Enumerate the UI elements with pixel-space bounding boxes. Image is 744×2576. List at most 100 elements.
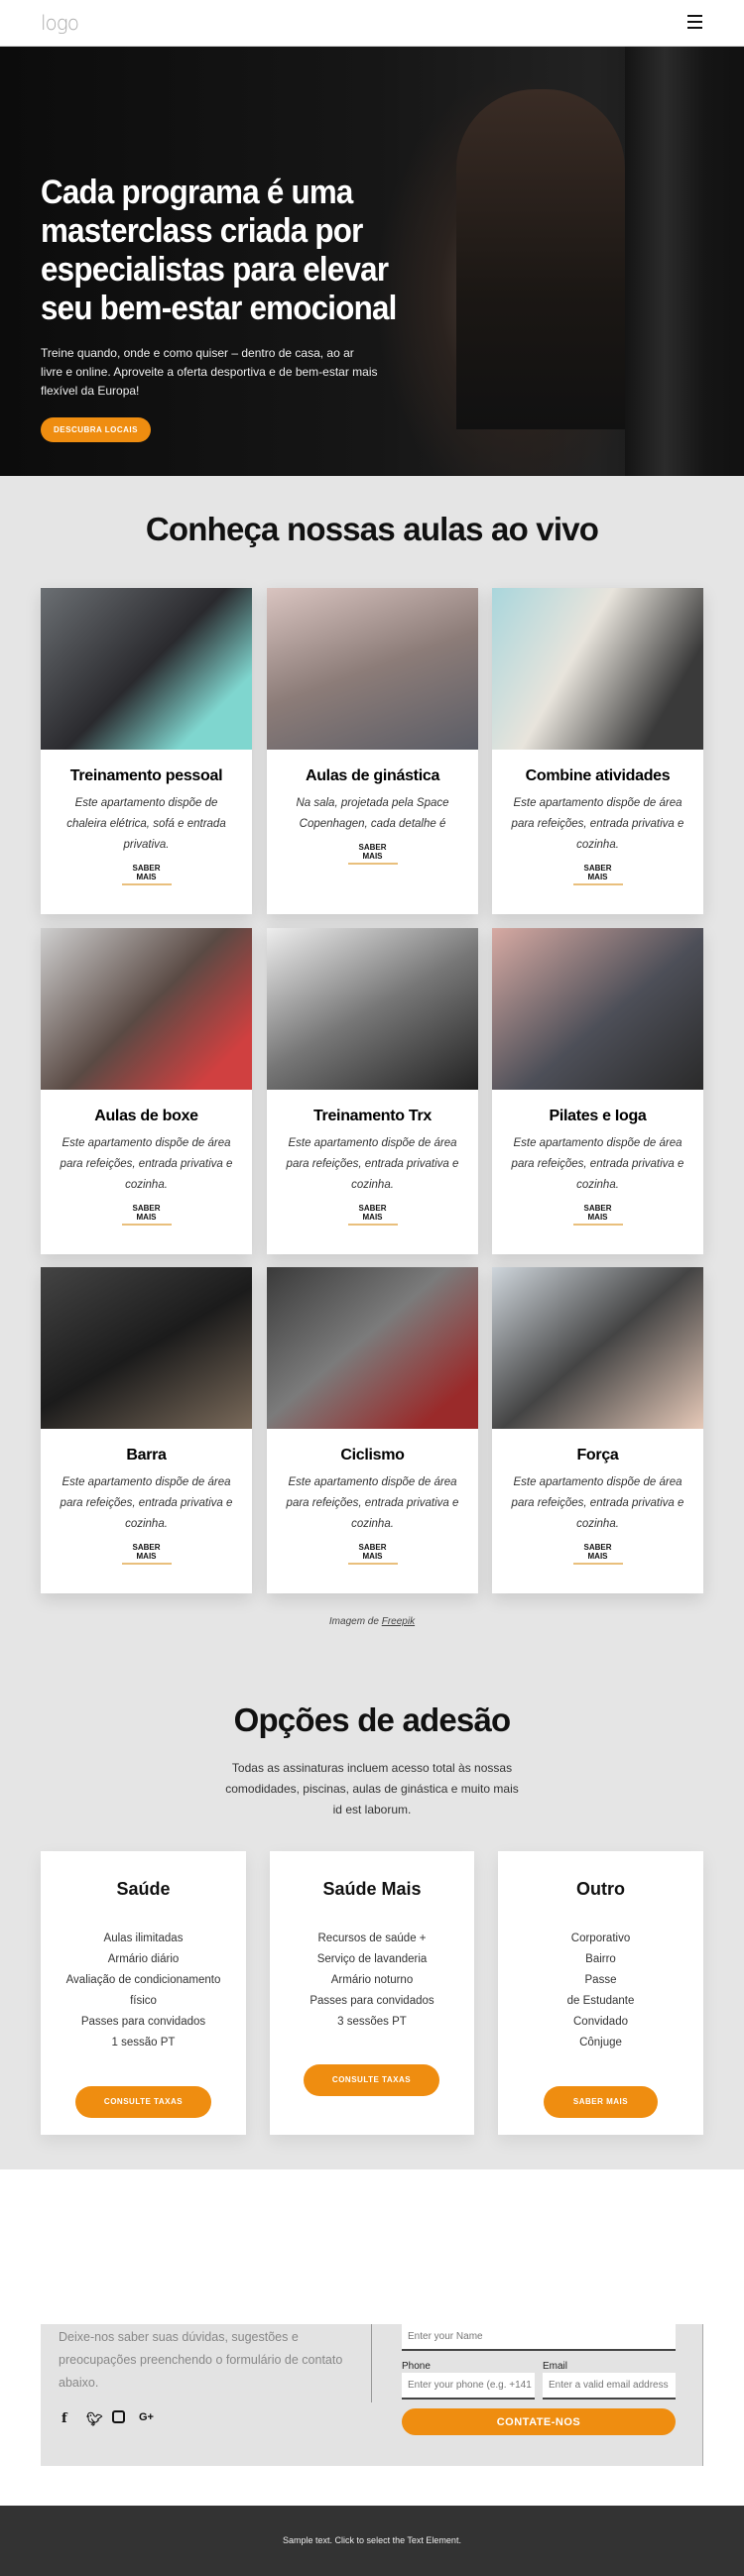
plan-feature: Avaliação de condicionamento xyxy=(65,1974,221,1986)
class-title: Treinamento pessoal xyxy=(69,767,223,784)
class-image xyxy=(41,588,252,750)
plan-feature: Passes para convidados xyxy=(310,1995,434,2007)
instagram-icon[interactable] xyxy=(112,2410,125,2423)
class-image xyxy=(41,1267,252,1429)
plan-features: Aulas ilimitadas Armário diário Avaliação … xyxy=(41,1929,246,2053)
plan-feature: Armário diário xyxy=(107,1953,180,1965)
plan-feature: Passe xyxy=(584,1974,617,1986)
contact-section: Deixe-nos saber suas dúvidas, sugestões … xyxy=(41,2324,703,2466)
plan-button[interactable]: CONSULTE TAXAS xyxy=(75,2086,211,2118)
plan-feature: físico xyxy=(130,1995,157,2007)
class-description: Este apartamento dispõe de área para ref… xyxy=(60,1476,233,1530)
class-title: Aulas de boxe xyxy=(94,1108,198,1124)
class-card: Força Este apartamento dispõe de área pa… xyxy=(492,1267,703,1593)
phone-input[interactable] xyxy=(402,2373,535,2400)
phone-label: Phone xyxy=(402,2361,431,2372)
class-card: Combine atividades Este apartamento disp… xyxy=(492,588,703,914)
plan-button[interactable]: CONSULTE TAXAS xyxy=(304,2064,439,2096)
plan-feature: de Estudante xyxy=(566,1995,635,2007)
learn-more-link[interactable]: SABER MAIS xyxy=(572,864,623,885)
learn-more-link[interactable]: SABER MAIS xyxy=(121,864,172,885)
class-image xyxy=(267,928,478,1090)
class-card: Ciclismo Este apartamento dispõe de área… xyxy=(267,1267,478,1593)
hamburger-icon[interactable] xyxy=(687,15,702,31)
plan-name: Saúde Mais xyxy=(322,1879,422,1899)
class-description: Este apartamento dispõe de área para ref… xyxy=(286,1476,459,1530)
class-description: Este apartamento dispõe de área para ref… xyxy=(511,1137,684,1191)
learn-more-link[interactable]: SABER MAIS xyxy=(347,1543,398,1565)
class-card: Aulas de ginástica Na sala, projetada pe… xyxy=(267,588,478,914)
plan-feature: Aulas ilimitadas xyxy=(103,1932,184,1944)
google-plus-icon[interactable]: G+ xyxy=(139,2411,154,2423)
class-title: Força xyxy=(576,1447,619,1464)
name-input[interactable] xyxy=(402,2324,676,2351)
plan-feature: Armário noturno xyxy=(330,1974,414,1986)
membership-subtitle: Todas as assinaturas incluem acesso tota… xyxy=(225,1761,519,1816)
contact-text: Deixe-nos saber suas dúvidas, sugestões … xyxy=(59,2330,343,2390)
plan-feature: Convidado xyxy=(573,2016,628,2028)
plan-name: Saúde xyxy=(116,1879,171,1899)
class-card: Aulas de boxe Este apartamento dispõe de… xyxy=(41,928,252,1254)
membership-title: Opções de adesão xyxy=(233,1701,512,1738)
plan-card: Saúde Mais Recursos de saúde + Serviço de… xyxy=(270,1851,474,2135)
plan-card: Saúde Aulas ilimitadas Armário diário Aval… xyxy=(41,1851,246,2135)
hero-title: Cada programa é uma masterclass criada p… xyxy=(41,174,397,327)
class-image xyxy=(492,928,703,1090)
discover-locations-button[interactable]: DESCUBRA LOCAIS xyxy=(41,417,151,442)
class-title: Treinamento Trx xyxy=(312,1108,433,1124)
plan-features: Corporativo Bairro Passe de Estudante Convid… xyxy=(498,1929,703,2053)
plan-card: Outro Corporativo Bairro Passe de Estudante… xyxy=(498,1851,703,2135)
learn-more-link[interactable]: SABER MAIS xyxy=(572,1543,623,1565)
plan-feature: Recursos de saúde + xyxy=(317,1932,427,1944)
footer: Sample text. Click to select the Text El… xyxy=(0,2506,744,2576)
learn-more-link[interactable]: SABER MAIS xyxy=(121,1543,172,1565)
hero-text: Treine quando, onde e como quiser – dent… xyxy=(41,346,378,398)
learn-more-link[interactable]: SABER MAIS xyxy=(121,1204,172,1226)
plan-feature: Passes para convidados xyxy=(80,2016,206,2028)
class-description: Na sala, projetada pela Space Copenhagen… xyxy=(296,797,449,830)
learn-more-link[interactable]: SABER MAIS xyxy=(572,1204,623,1226)
plan-feature: Corporativo xyxy=(570,1932,631,1944)
class-title: Aulas de ginástica xyxy=(305,767,440,784)
plan-feature: 3 sessões PT xyxy=(337,2016,407,2028)
class-description: Este apartamento dispõe de área para ref… xyxy=(511,1476,684,1530)
email-label: Email xyxy=(543,2361,568,2372)
class-description: Este apartamento dispõe de área para ref… xyxy=(60,1137,233,1191)
class-image xyxy=(492,588,703,750)
learn-more-link[interactable]: SABER MAIS xyxy=(347,843,398,865)
class-description: Este apartamento dispõe de área para ref… xyxy=(511,797,684,851)
facebook-icon[interactable]: f xyxy=(62,2411,67,2426)
plan-name: Outro xyxy=(576,1879,625,1899)
footer-text[interactable]: Sample text. Click to select the Text El… xyxy=(283,2535,461,2545)
credit-prefix: Imagem de xyxy=(328,1616,382,1627)
class-description: Este apartamento dispõe de área para ref… xyxy=(286,1137,459,1191)
twitter-icon[interactable]: 🐦︎ xyxy=(86,2411,103,2427)
class-card: Barra Este apartamento dispõe de área pa… xyxy=(41,1267,252,1593)
class-title: Ciclismo xyxy=(340,1447,405,1464)
plan-feature: Cônjuge xyxy=(579,2037,622,2049)
class-description: Este apartamento dispõe de chaleira elét… xyxy=(66,797,226,851)
class-title: Combine atividades xyxy=(525,767,671,784)
divider xyxy=(371,2324,372,2402)
plan-feature: Bairro xyxy=(585,1953,616,1965)
class-image xyxy=(41,928,252,1090)
logo[interactable]: logo xyxy=(41,11,79,35)
classes-title: Conheça nossas aulas ao vivo xyxy=(145,511,599,547)
contact-submit-button[interactable]: CONTATE-NOS xyxy=(402,2408,676,2435)
plan-feature: Serviço de lavanderia xyxy=(316,1953,428,1965)
email-input[interactable] xyxy=(543,2373,676,2400)
class-title: Barra xyxy=(126,1447,167,1464)
class-image xyxy=(492,1267,703,1429)
class-title: Pilates e Ioga xyxy=(549,1108,647,1124)
class-image xyxy=(267,1267,478,1429)
class-image xyxy=(267,588,478,750)
plan-features: Recursos de saúde + Serviço de lavanderia… xyxy=(270,1929,474,2033)
learn-more-link[interactable]: SABER MAIS xyxy=(347,1204,398,1226)
freepik-link[interactable]: Freepik xyxy=(382,1616,415,1627)
hero-content: Cada programa é uma masterclass criada p… xyxy=(0,47,744,476)
class-card: Treinamento Trx Este apartamento dispõe … xyxy=(267,928,478,1254)
plan-feature: 1 sessão PT xyxy=(111,2037,176,2049)
plan-button[interactable]: SABER MAIS xyxy=(544,2086,658,2118)
class-card: Treinamento pessoal Este apartamento dis… xyxy=(41,588,252,914)
site-header: logo xyxy=(0,0,744,47)
